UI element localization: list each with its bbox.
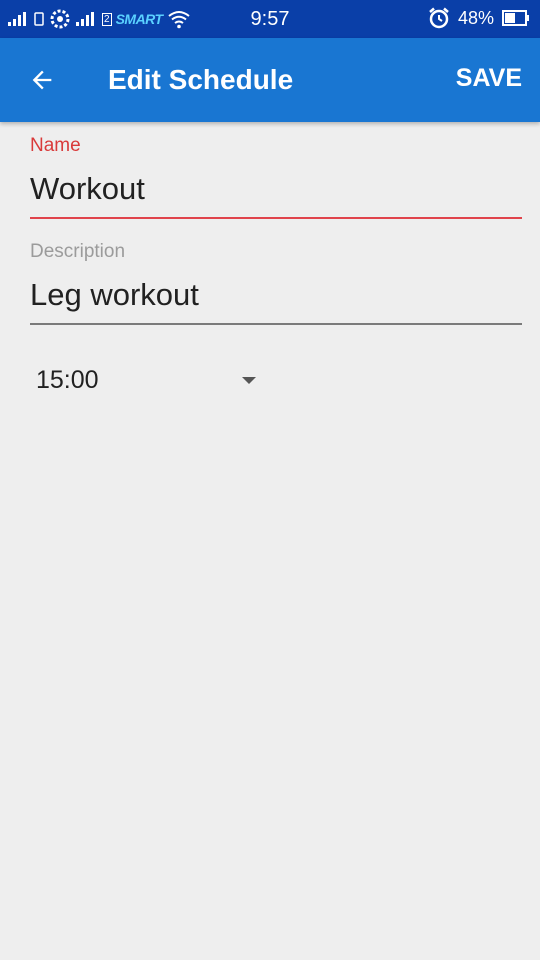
arrow-back-icon	[32, 70, 52, 90]
name-input[interactable]: Workout	[30, 171, 522, 207]
name-label: Name	[30, 135, 81, 156]
time-value: 15:00	[36, 365, 99, 394]
status-bar: 2 SMART 9:57 48%	[0, 0, 540, 38]
description-field[interactable]: Description Leg workout	[30, 241, 522, 325]
dropdown-arrow-icon	[242, 376, 256, 384]
battery-percent: 48%	[457, 7, 494, 28]
alarm-icon	[429, 7, 449, 29]
back-button[interactable]	[22, 60, 62, 100]
time-dropdown[interactable]: 15:00	[36, 364, 260, 396]
save-button[interactable]: SAVE	[456, 64, 522, 93]
description-input[interactable]: Leg workout	[30, 277, 522, 313]
page-title: Edit Schedule	[108, 64, 294, 95]
name-underline	[30, 217, 522, 219]
battery-icon	[502, 10, 529, 26]
name-field[interactable]: Name Workout	[30, 135, 522, 219]
app-bar: Edit Schedule SAVE	[0, 38, 540, 122]
description-label: Description	[30, 241, 126, 262]
description-underline	[30, 323, 522, 325]
status-right-icons: 48%	[428, 7, 530, 29]
